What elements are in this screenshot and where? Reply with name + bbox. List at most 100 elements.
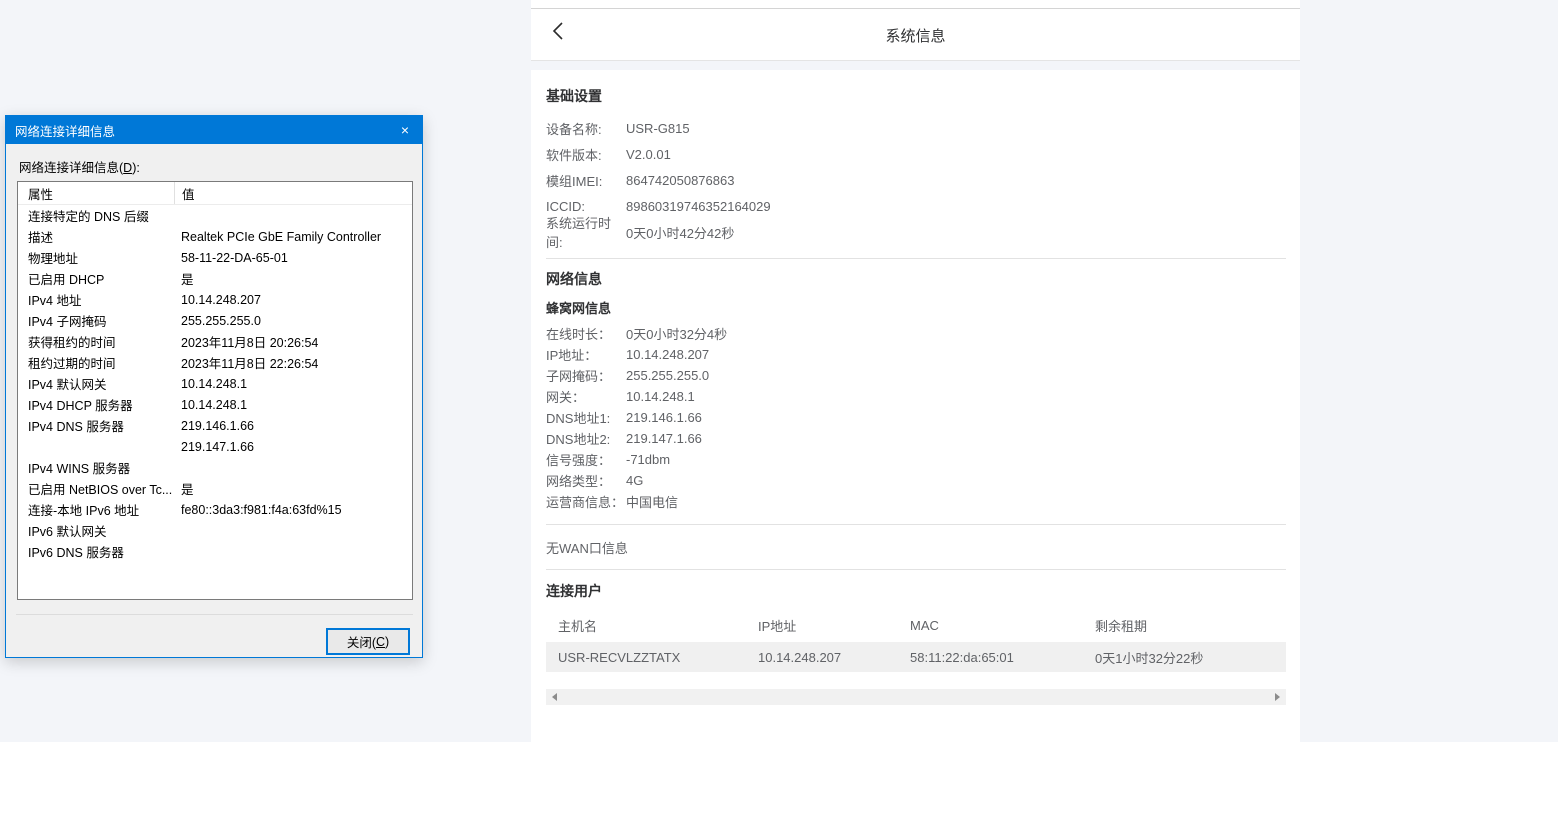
cell-ip: 10.14.248.207 [758,650,910,665]
info-row: 系统运行时间: 0天0小时42分42秒 [546,219,1286,245]
info-row: DNS地址1: 219.146.1.66 [546,407,1286,428]
list-row[interactable]: 描述 Realtek PCIe GbE Family Controller [18,226,412,247]
list-row[interactable]: 租约过期的时间 2023年11月8日 22:26:54 [18,352,412,373]
horizontal-scrollbar[interactable] [546,689,1286,705]
info-value: V2.0.01 [626,147,671,162]
info-label: 信号强度： [546,450,626,469]
info-value: 4G [626,473,643,488]
property-cell: IPv6 默认网关 [18,520,174,541]
table-row: USR-RECVLZZTATX 10.14.248.207 58:11:22:d… [546,642,1286,672]
info-label: IP地址： [546,345,626,364]
list-row[interactable]: IPv4 WINS 服务器 [18,457,412,478]
info-label: 网络类型： [546,471,626,490]
list-row[interactable]: 已启用 DHCP 是 [18,268,412,289]
value-cell: 2023年11月8日 22:26:54 [174,352,412,373]
list-row[interactable]: IPv6 DNS 服务器 [18,541,412,562]
close-icon[interactable]: × [388,116,422,144]
panel-content: 基础设置 设备名称: USR-G815 软件版本: V2.0.01 模组IMEI… [531,70,1300,742]
value-cell: 是 [174,478,412,499]
list-row[interactable]: 物理地址 58-11-22-DA-65-01 [18,247,412,268]
list-row[interactable]: 连接-本地 IPv6 地址 fe80::3da3:f981:f4a:63fd%1… [18,499,412,520]
info-row: 运营商信息： 中国电信 [546,491,1286,512]
value-cell: 219.147.1.66 [174,436,412,457]
info-label: 软件版本: [546,145,626,164]
property-cell: 连接-本地 IPv6 地址 [18,499,174,520]
column-header-value: 值 [174,182,412,204]
scroll-left-icon[interactable] [552,693,557,701]
scroll-right-icon[interactable] [1275,693,1280,701]
info-label: 设备名称: [546,119,626,138]
list-row[interactable]: IPv4 默认网关 10.14.248.1 [18,373,412,394]
back-button[interactable] [551,19,577,47]
info-value: USR-G815 [626,121,690,136]
info-row: ICCID: 89860319746352164029 [546,193,1286,219]
value-cell: 2023年11月8日 20:26:54 [174,331,412,352]
info-row: 网关： 10.14.248.1 [546,386,1286,407]
info-row: 设备名称: USR-G815 [546,115,1286,141]
property-cell: 租约过期的时间 [18,352,174,373]
info-row: IP地址： 10.14.248.207 [546,344,1286,365]
network-info-heading: 网络信息 [546,272,1286,286]
list-row[interactable]: 已启用 NetBIOS over Tc... 是 [18,478,412,499]
info-label: DNS地址1: [546,408,626,427]
panel-header: 系统信息 [531,0,1300,61]
info-row: 在线时长： 0天0小时32分4秒 [546,323,1286,344]
basic-settings-list: 设备名称: USR-G815 软件版本: V2.0.01 模组IMEI: 864… [546,115,1286,245]
details-list-label: 网络连接详细信息(D): [19,157,140,176]
info-value: 10.14.248.1 [626,389,695,404]
info-label: 在线时长： [546,324,626,343]
list-row[interactable]: 219.147.1.66 [18,436,412,457]
value-cell [174,520,412,541]
info-value: -71dbm [626,452,670,467]
column-header-property: 属性 [18,182,174,204]
info-row: 信号强度： -71dbm [546,449,1286,470]
property-cell: IPv4 DHCP 服务器 [18,394,174,415]
wan-info-notice: 无WAN口信息 [546,525,1286,569]
list-row[interactable]: 获得租约的时间 2023年11月8日 20:26:54 [18,331,412,352]
property-cell: IPv6 DNS 服务器 [18,541,174,562]
value-cell: fe80::3da3:f981:f4a:63fd%15 [174,499,412,520]
info-value: 255.255.255.0 [626,368,709,383]
button-text: 关闭( [347,632,376,651]
button-text: ) [385,635,389,649]
info-value: 864742050876863 [626,173,734,188]
info-value: 219.147.1.66 [626,431,702,446]
section-divider [546,258,1286,259]
property-cell: IPv4 子网掩码 [18,310,174,331]
property-cell: 获得租约的时间 [18,331,174,352]
info-value: 0天0小时32分4秒 [626,324,727,343]
info-label: 网关： [546,387,626,406]
dialog-titlebar[interactable]: 网络连接详细信息 × [6,116,422,144]
chevron-left-icon [551,21,565,46]
info-value: 0天0小时42分42秒 [626,223,734,242]
basic-settings-heading: 基础设置 [546,70,1286,103]
connected-users-heading: 连接用户 [546,584,1286,598]
value-cell: Realtek PCIe GbE Family Controller [174,226,412,247]
value-cell [174,541,412,562]
info-row: 模组IMEI: 864742050876863 [546,167,1286,193]
property-cell: 连接特定的 DNS 后缀 [18,205,174,226]
close-button[interactable]: 关闭(C) [326,628,410,655]
list-row[interactable]: 连接特定的 DNS 后缀 [18,205,412,226]
label-access-key: D [123,161,132,175]
list-row[interactable]: IPv4 DNS 服务器 219.146.1.66 [18,415,412,436]
list-row[interactable]: IPv6 默认网关 [18,520,412,541]
cell-hostname: USR-RECVLZZTATX [558,650,758,665]
info-value: 中国电信 [626,492,678,511]
info-row: 软件版本: V2.0.01 [546,141,1286,167]
list-row[interactable]: IPv4 地址 10.14.248.207 [18,289,412,310]
listbox-header: 属性 值 [18,182,412,205]
list-row[interactable]: IPv4 子网掩码 255.255.255.0 [18,310,412,331]
property-cell: IPv4 DNS 服务器 [18,415,174,436]
info-label: 子网掩码： [546,366,626,385]
list-row[interactable]: IPv4 DHCP 服务器 10.14.248.1 [18,394,412,415]
users-table-header: 主机名 IP地址 MAC 剩余租期 [546,612,1286,638]
info-label: ICCID: [546,199,626,214]
info-label: 系统运行时间: [546,213,626,251]
info-row: DNS地址2: 219.147.1.66 [546,428,1286,449]
value-cell: 219.146.1.66 [174,415,412,436]
details-listbox[interactable]: 属性 值 连接特定的 DNS 后缀 描述 Realtek PCIe GbE Fa… [17,181,413,600]
info-label: 模组IMEI: [546,171,626,190]
value-cell: 255.255.255.0 [174,310,412,331]
value-cell [174,205,412,226]
